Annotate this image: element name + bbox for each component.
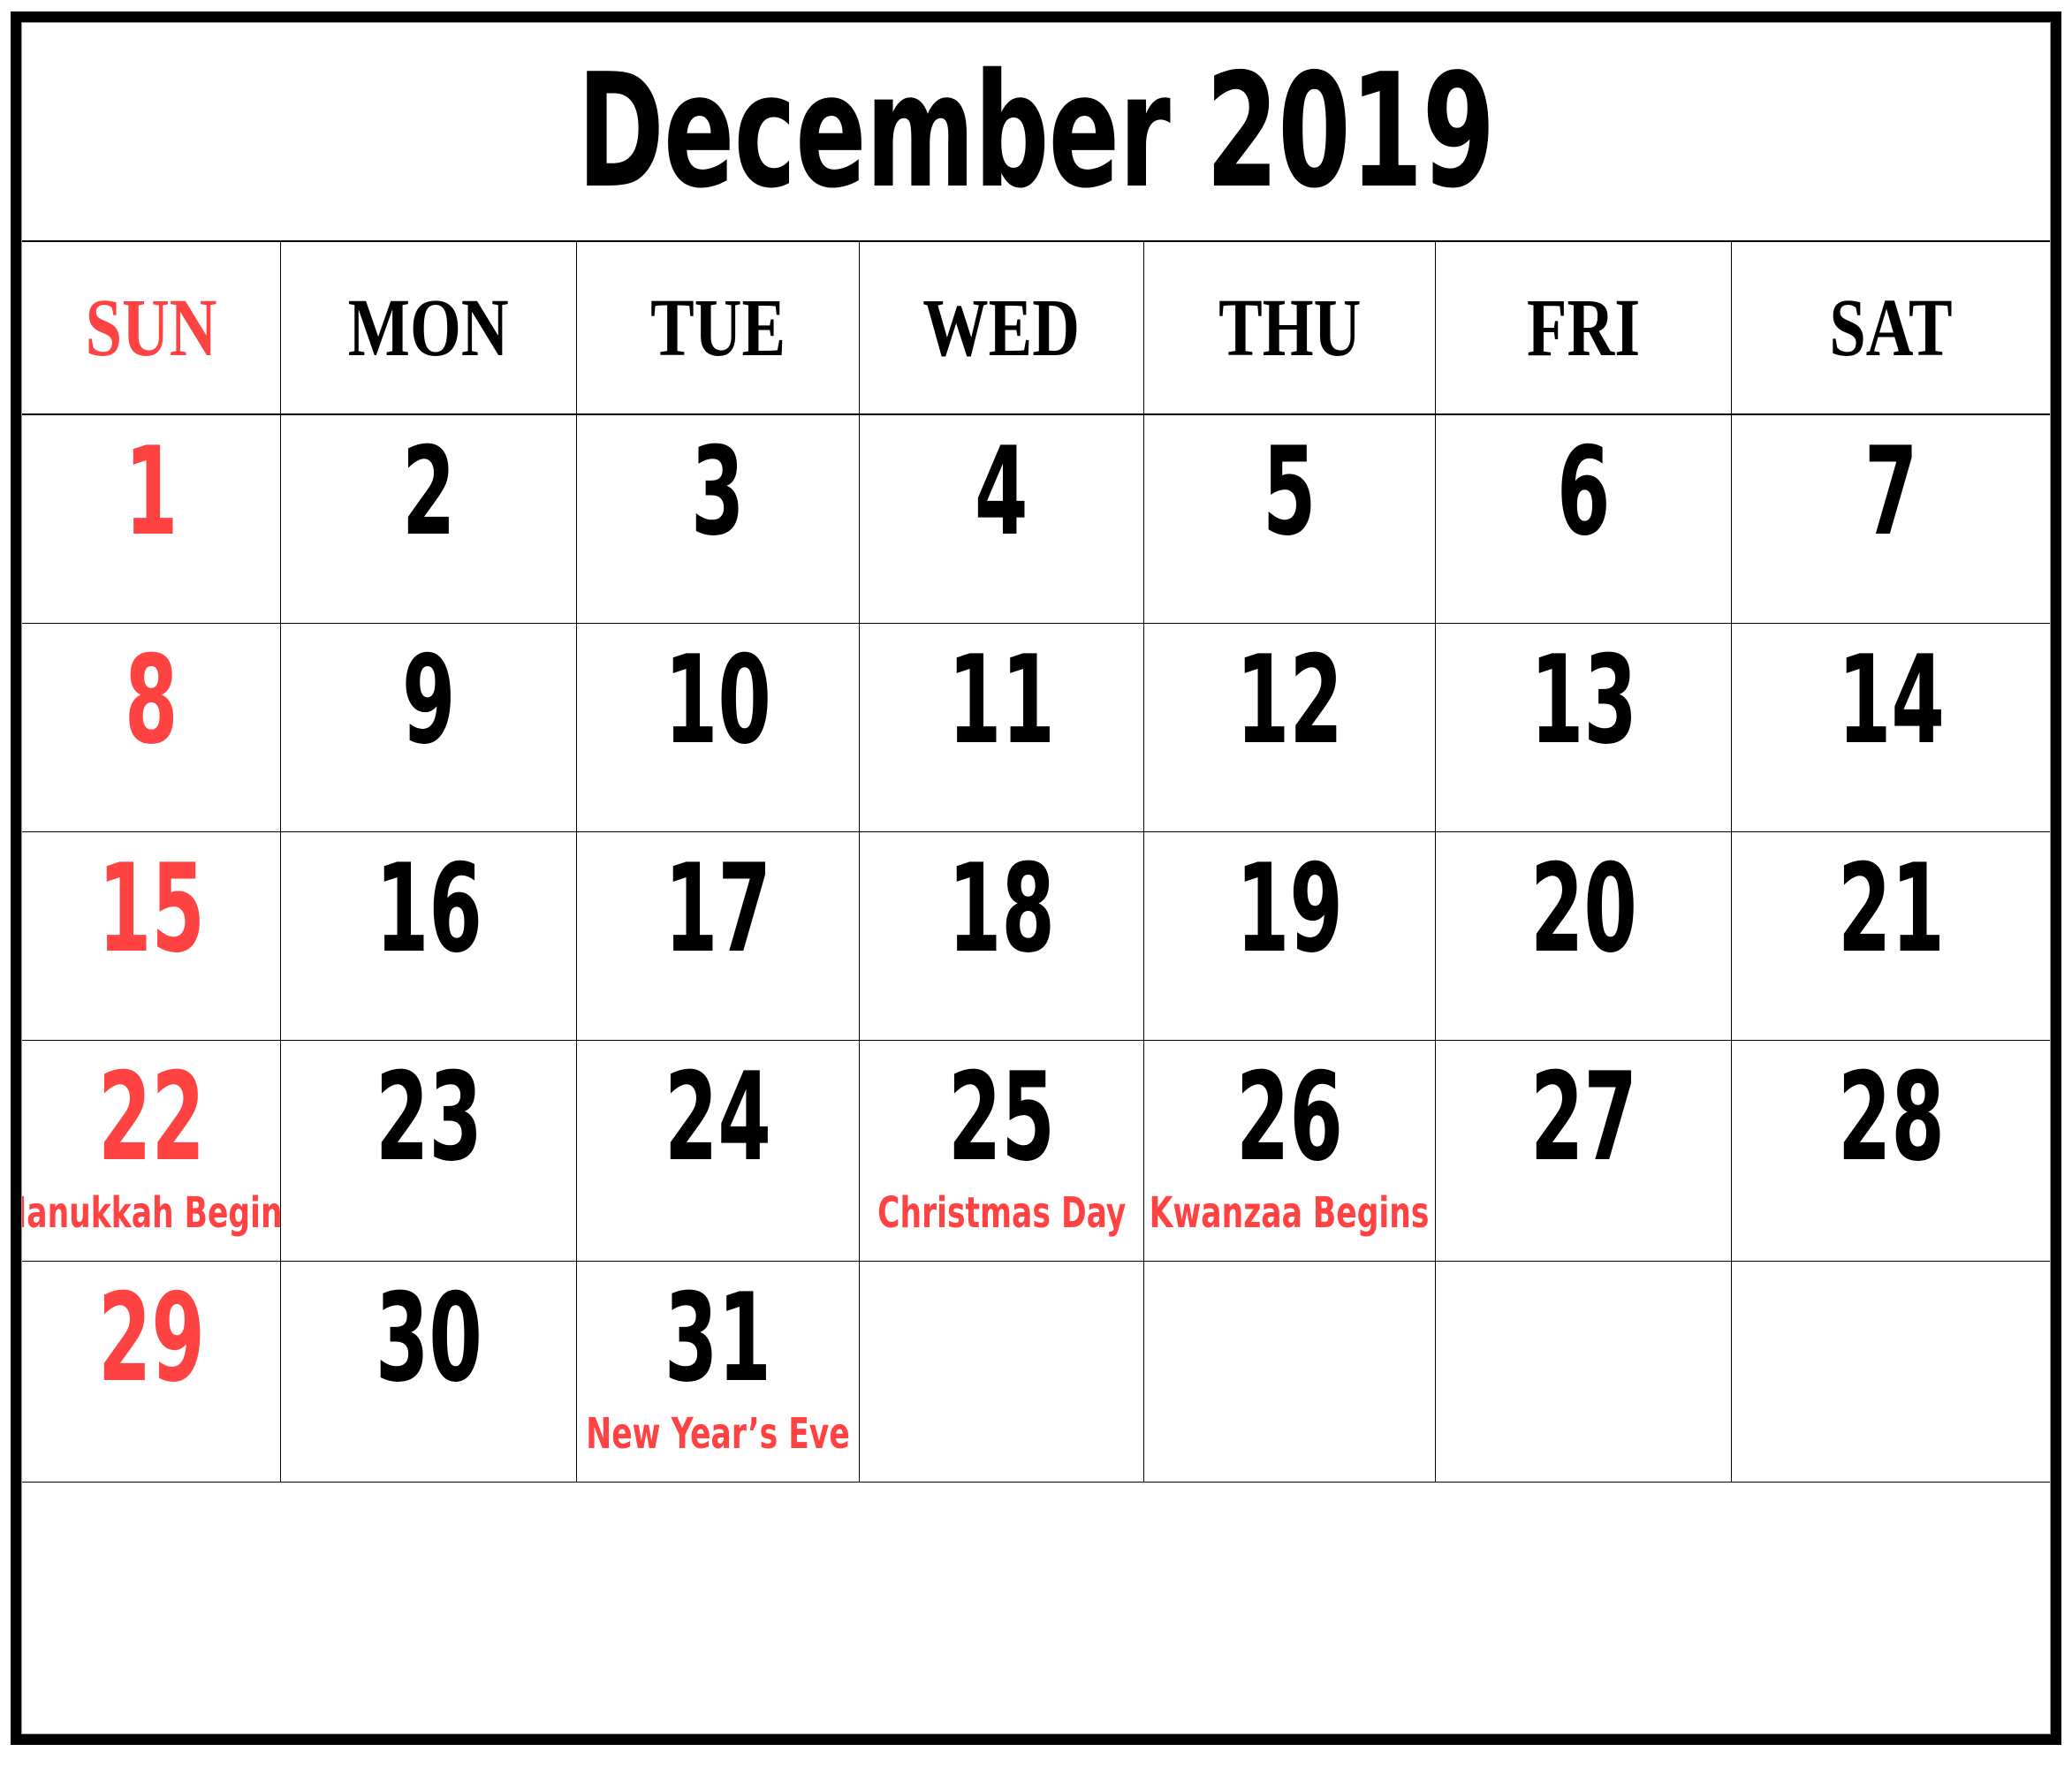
- day-cell[interactable]: 27: [1436, 1041, 1732, 1262]
- weekday-header-mon: MON: [281, 242, 577, 415]
- day-number: 27: [1529, 1046, 1637, 1188]
- weekday-label: WED: [922, 282, 1081, 374]
- calendar-frame: December 2019 SUN MON TUE WED THU FRI SA…: [11, 11, 2061, 1745]
- weekday-header-wed: WED: [860, 242, 1144, 415]
- weekday-header-sun: SUN: [22, 242, 281, 415]
- day-cell[interactable]: 3: [577, 415, 860, 624]
- day-number: 12: [1236, 629, 1343, 771]
- notes-area[interactable]: [22, 1483, 2050, 1703]
- day-number: 6: [1556, 421, 1611, 563]
- week-row: 15 16 17 18 19 20 21: [22, 832, 2050, 1041]
- page-title: December 2019: [577, 40, 1495, 223]
- day-cell[interactable]: 4: [860, 415, 1144, 624]
- day-cell[interactable]: 15: [22, 832, 281, 1041]
- day-number: 1: [124, 421, 178, 563]
- day-cell[interactable]: 9: [281, 624, 577, 832]
- day-number: 16: [375, 838, 482, 980]
- day-cell-empty[interactable]: [860, 1262, 1144, 1483]
- day-cell[interactable]: 12: [1144, 624, 1436, 832]
- day-cell[interactable]: 8: [22, 624, 281, 832]
- day-number: 29: [97, 1267, 205, 1409]
- event-label: New Year’s Eve: [586, 1408, 850, 1459]
- notes-row: [22, 1483, 2050, 1703]
- day-cell[interactable]: 7: [1732, 415, 2050, 624]
- day-cell[interactable]: 19: [1144, 832, 1436, 1041]
- day-number: 4: [975, 421, 1028, 563]
- day-cell[interactable]: 24: [577, 1041, 860, 1262]
- day-cell[interactable]: 28: [1732, 1041, 2050, 1262]
- weekday-label: FRI: [1526, 282, 1641, 374]
- day-number: 3: [691, 421, 745, 563]
- calendar-grid: SUN MON TUE WED THU FRI SAT 1 2 3 4 5 6 …: [22, 242, 2050, 1733]
- day-cell[interactable]: 14: [1732, 624, 2050, 832]
- weekday-label: TUE: [649, 282, 786, 374]
- week-row: 29 30 31 New Year’s Eve: [22, 1262, 2050, 1483]
- day-number: 5: [1263, 421, 1317, 563]
- day-cell[interactable]: 5: [1144, 415, 1436, 624]
- day-number: 13: [1529, 629, 1637, 771]
- day-number: 14: [1837, 629, 1945, 771]
- day-cell[interactable]: 26 Kwanzaa Begins: [1144, 1041, 1436, 1262]
- event-label: Christmas Day: [877, 1187, 1127, 1238]
- day-number: 19: [1236, 838, 1343, 980]
- day-number: 26: [1236, 1046, 1343, 1188]
- event-label: Kwanzaa Begins: [1150, 1187, 1430, 1238]
- day-cell[interactable]: 21: [1732, 832, 2050, 1041]
- day-number: 30: [375, 1267, 482, 1409]
- day-number: 22: [97, 1046, 205, 1188]
- day-cell[interactable]: 25 Christmas Day: [860, 1041, 1144, 1262]
- day-cell[interactable]: 10: [577, 624, 860, 832]
- weekday-header-sat: SAT: [1732, 242, 2050, 415]
- weekday-label: SUN: [85, 282, 217, 374]
- weekday-label: SAT: [1829, 282, 1953, 374]
- day-number: 11: [948, 629, 1055, 771]
- day-number: 23: [375, 1046, 482, 1188]
- weekday-label: THU: [1218, 282, 1362, 374]
- weekday-header-row: SUN MON TUE WED THU FRI SAT: [22, 242, 2050, 415]
- day-cell[interactable]: 6: [1436, 415, 1732, 624]
- day-cell-empty[interactable]: [1144, 1262, 1436, 1483]
- day-number: 7: [1863, 421, 1918, 563]
- day-cell[interactable]: 13: [1436, 624, 1732, 832]
- day-cell[interactable]: 16: [281, 832, 577, 1041]
- day-number: 25: [948, 1046, 1055, 1188]
- day-number: 28: [1837, 1046, 1945, 1188]
- day-number: 15: [97, 838, 205, 980]
- day-number: 8: [124, 629, 178, 771]
- day-number: 9: [401, 629, 456, 771]
- day-cell[interactable]: 30: [281, 1262, 577, 1483]
- weekday-label: MON: [348, 282, 509, 374]
- weekday-header-thu: THU: [1144, 242, 1436, 415]
- day-number: 17: [664, 838, 771, 980]
- weekday-header-tue: TUE: [577, 242, 860, 415]
- day-number: 21: [1837, 838, 1945, 980]
- day-cell-empty[interactable]: [1436, 1262, 1732, 1483]
- day-cell[interactable]: 31 New Year’s Eve: [577, 1262, 860, 1483]
- day-cell-empty[interactable]: [1732, 1262, 2050, 1483]
- week-row: 1 2 3 4 5 6 7: [22, 415, 2050, 624]
- day-cell[interactable]: 11: [860, 624, 1144, 832]
- week-row: 22 Hanukkah Begins 23 24 25 Christmas Da…: [22, 1041, 2050, 1262]
- day-number: 18: [948, 838, 1055, 980]
- day-cell[interactable]: 22 Hanukkah Begins: [22, 1041, 281, 1262]
- day-cell[interactable]: 20: [1436, 832, 1732, 1041]
- day-cell[interactable]: 1: [22, 415, 281, 624]
- calendar-inner: December 2019 SUN MON TUE WED THU FRI SA…: [21, 22, 2051, 1734]
- day-cell[interactable]: 17: [577, 832, 860, 1041]
- day-cell[interactable]: 23: [281, 1041, 577, 1262]
- day-cell[interactable]: 18: [860, 832, 1144, 1041]
- day-number: 24: [664, 1046, 771, 1188]
- day-cell[interactable]: 2: [281, 415, 577, 624]
- event-label: Hanukkah Begins: [22, 1187, 281, 1238]
- calendar-title-bar: December 2019: [22, 23, 2050, 242]
- day-number: 10: [664, 629, 771, 771]
- day-number: 20: [1529, 838, 1637, 980]
- day-number: 2: [401, 421, 456, 563]
- week-row: 8 9 10 11 12 13 14: [22, 624, 2050, 832]
- weekday-header-fri: FRI: [1436, 242, 1732, 415]
- day-cell[interactable]: 29: [22, 1262, 281, 1483]
- day-number: 31: [664, 1267, 771, 1409]
